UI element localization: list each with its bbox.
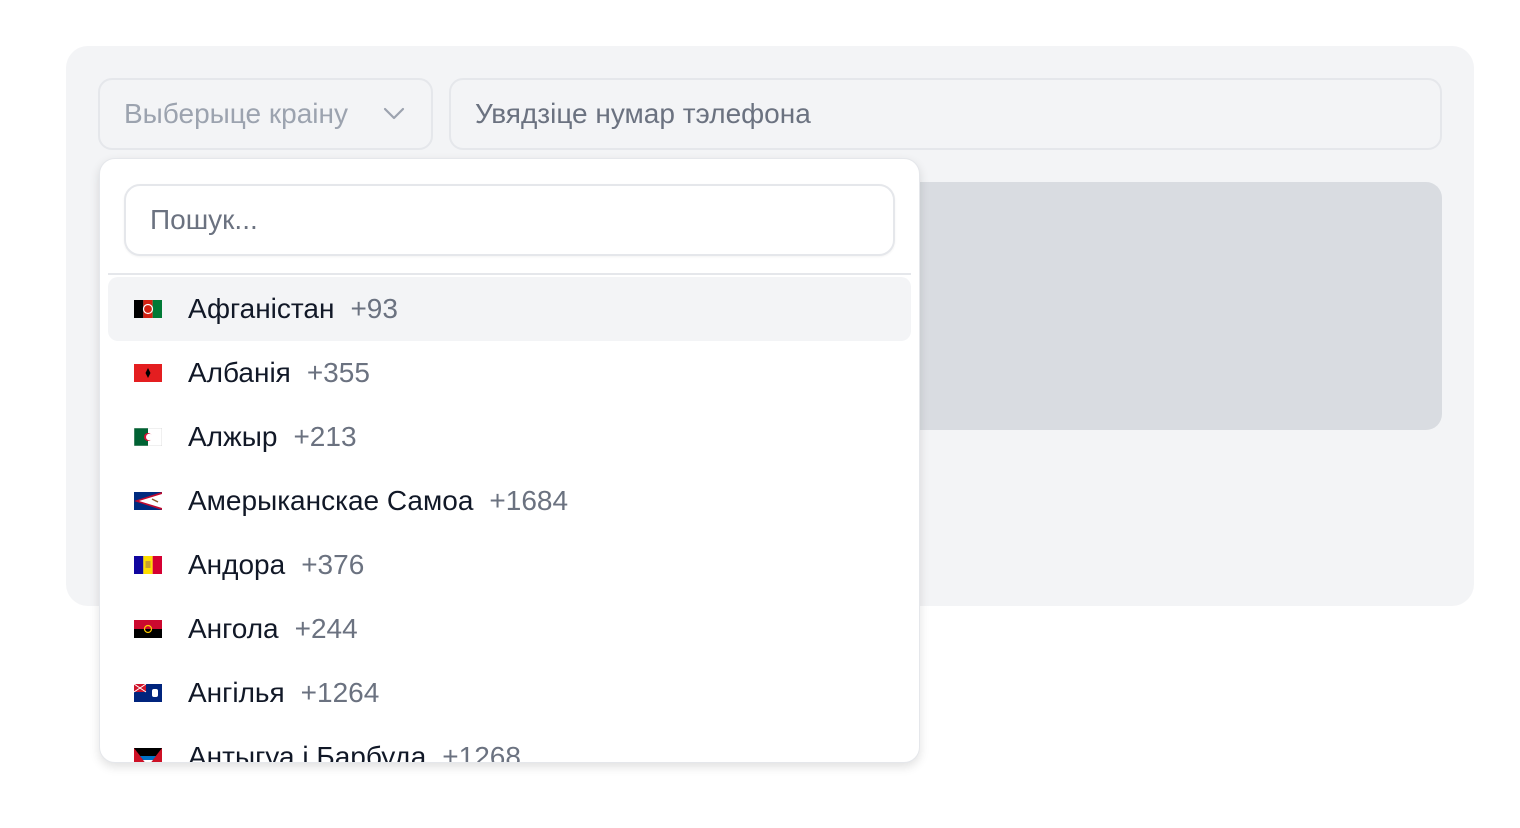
country-name: Андора [188, 549, 286, 580]
search-input[interactable] [124, 184, 895, 256]
country-name: Амерыканскае Самоа [188, 485, 474, 516]
country-item-afghanistan[interactable]: Афганістан +93 [108, 277, 911, 341]
country-code: +93 [350, 293, 398, 324]
country-item-anguilla[interactable]: Ангілья +1264 [108, 661, 911, 725]
country-select[interactable]: Выберыце краіну [98, 78, 433, 150]
phone-input[interactable] [449, 78, 1442, 150]
country-code: +376 [301, 549, 365, 580]
country-item-albania[interactable]: Албанія +355 [108, 341, 911, 405]
country-item-american-samoa[interactable]: Амерыканскае Самоа +1684 [108, 469, 911, 533]
antigua-barbuda-flag-icon [134, 748, 162, 762]
angola-flag-icon [134, 620, 162, 638]
albania-flag-icon [134, 364, 162, 382]
american-samoa-flag-icon [134, 492, 162, 510]
afghanistan-flag-icon [134, 300, 162, 318]
country-item-angola[interactable]: Ангола +244 [108, 597, 911, 661]
country-select-placeholder: Выберыце краіну [124, 98, 348, 129]
country-item-antigua-barbuda[interactable]: Антыгуа і Барбуда +1268 [108, 725, 911, 763]
country-dropdown: Афганістан +93 Албанія +355 Алжыр +213 [99, 158, 920, 763]
country-code: +244 [294, 613, 358, 644]
country-name: Алжыр [188, 421, 278, 452]
country-name: Антыгуа і Барбуда [188, 741, 427, 763]
placeholder-block [900, 182, 1442, 430]
country-code: +1264 [300, 677, 380, 708]
country-name: Ангола [188, 613, 279, 644]
country-name: Афганістан [188, 293, 335, 324]
country-code: +1684 [489, 485, 569, 516]
country-name: Албанія [188, 357, 291, 388]
country-code: +213 [293, 421, 357, 452]
algeria-flag-icon [134, 428, 162, 446]
country-item-algeria[interactable]: Алжыр +213 [108, 405, 911, 469]
country-name: Ангілья [188, 677, 285, 708]
search-wrapper [108, 159, 911, 275]
country-item-andorra[interactable]: Андора +376 [108, 533, 911, 597]
anguilla-flag-icon [134, 684, 162, 702]
chevron-down-icon [381, 101, 407, 127]
country-list: Афганістан +93 Албанія +355 Алжыр +213 А… [100, 277, 919, 763]
andorra-flag-icon [134, 556, 162, 574]
country-code: +1268 [442, 741, 521, 763]
country-code: +355 [306, 357, 370, 388]
